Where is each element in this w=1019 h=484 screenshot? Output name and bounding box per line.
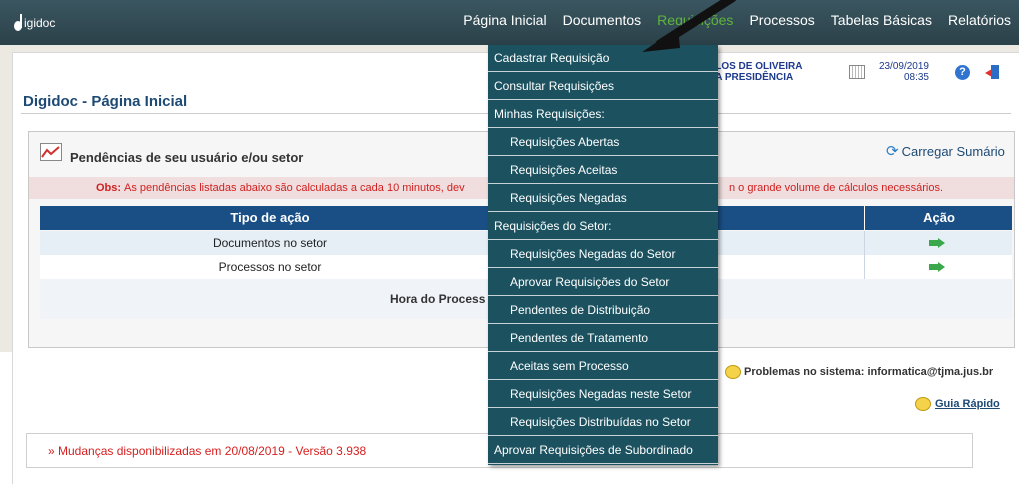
exit-door-shape <box>991 65 999 79</box>
nav-pagina-inicial[interactable]: Página Inicial <box>455 12 554 28</box>
refresh-icon: ⟳ <box>886 142 899 160</box>
row-action-cell <box>864 231 1013 255</box>
menu-consultar-requisicoes[interactable]: Consultar Requisições <box>488 73 718 100</box>
menu-pendentes-de-tratamento[interactable]: Pendentes de Tratamento <box>488 325 718 352</box>
obs-text-end: n o grande volume de cálculos necessário… <box>729 177 943 199</box>
menu-requisicoes-aceitas[interactable]: Requisições Aceitas <box>488 157 718 184</box>
page-title: Digidoc - Página Inicial <box>23 93 187 110</box>
current-date: 23/09/2019 <box>865 61 929 72</box>
changes-notice-link[interactable]: » Mudanças disponibilizadas em 20/08/201… <box>48 444 366 458</box>
support-contact: Problemas no sistema: informatica@tjma.j… <box>725 365 993 379</box>
col-tipo-acao: Tipo de ação <box>40 206 500 230</box>
user-info: RLOS DE OLIVEIRA DA PRESIDÊNCIA <box>708 61 802 83</box>
menu-requisicoes-distribuidas-no-setor[interactable]: Requisições Distribuídas no Setor <box>488 409 718 436</box>
row-tipo: Processos no setor <box>40 255 500 279</box>
user-sector: DA PRESIDÊNCIA <box>708 72 802 83</box>
nav-processos[interactable]: Processos <box>741 12 822 28</box>
menu-pendentes-de-distribuicao[interactable]: Pendentes de Distribuição <box>488 297 718 324</box>
col-acao: Ação <box>864 206 1013 230</box>
current-time: 08:35 <box>865 72 929 83</box>
menu-requisicoes-negadas-do-setor[interactable]: Requisições Negadas do Setor <box>488 241 718 268</box>
row-tipo: Documentos no setor <box>40 231 500 255</box>
menu-requisicoes-do-setor-heading: Requisições do Setor: <box>488 213 718 240</box>
datetime: 23/09/2019 08:35 <box>865 61 929 83</box>
nav-requisicoes[interactable]: Requisições <box>649 12 741 28</box>
chart-icon <box>40 143 62 161</box>
obs-label: Obs: <box>96 177 121 199</box>
obs-text: As pendências listadas abaixo são calcul… <box>124 177 465 199</box>
support-contact-text: Problemas no sistema: informatica@tjma.j… <box>744 366 993 378</box>
digidoc-logo-icon <box>14 14 23 32</box>
speech-bubble-icon <box>725 365 741 379</box>
nav-relatorios[interactable]: Relatórios <box>940 12 1019 28</box>
menu-aprovar-requisicoes-de-subordinado[interactable]: Aprovar Requisições de Subordinado <box>488 437 718 464</box>
menu-aceitas-sem-processo[interactable]: Aceitas sem Processo <box>488 353 718 380</box>
menu-aprovar-requisicoes-do-setor[interactable]: Aprovar Requisições do Setor <box>488 269 718 296</box>
calendar-icon <box>849 65 865 79</box>
user-name: RLOS DE OLIVEIRA <box>708 61 802 72</box>
menu-cadastrar-requisicao[interactable]: Cadastrar Requisição <box>488 45 718 72</box>
app-logo-text: igidoc <box>24 16 55 30</box>
top-navigation-bar: igidoc Página Inicial Documentos Requisi… <box>0 0 1019 45</box>
reload-summary-button[interactable]: ⟳ Carregar Sumário <box>886 142 1005 160</box>
row-action-cell <box>864 255 1013 279</box>
go-arrow-icon[interactable] <box>929 238 945 248</box>
go-arrow-icon[interactable] <box>929 262 945 272</box>
nav-documentos[interactable]: Documentos <box>555 12 650 28</box>
exit-arrow-shape <box>985 69 992 77</box>
menu-minhas-requisicoes-heading: Minhas Requisições: <box>488 101 718 128</box>
reload-summary-label: Carregar Sumário <box>902 144 1005 159</box>
main-menu: Página Inicial Documentos Requisições Pr… <box>455 12 1019 28</box>
exit-icon[interactable] <box>985 65 999 79</box>
requisicoes-dropdown-menu: Cadastrar Requisição Consultar Requisiçõ… <box>488 45 718 465</box>
menu-requisicoes-negadas[interactable]: Requisições Negadas <box>488 185 718 212</box>
menu-requisicoes-abertas[interactable]: Requisições Abertas <box>488 129 718 156</box>
nav-tabelas-basicas[interactable]: Tabelas Básicas <box>823 12 940 28</box>
quick-guide-link[interactable]: Guia Rápido <box>915 397 1000 411</box>
quick-guide-label: Guia Rápido <box>935 398 1000 410</box>
menu-requisicoes-negadas-neste-setor[interactable]: Requisições Negadas neste Setor <box>488 381 718 408</box>
processing-time-label: Hora do Process <box>390 292 485 306</box>
panel-title: Pendências de seu usuário e/ou setor <box>70 150 303 165</box>
app-logo[interactable]: igidoc <box>14 14 55 32</box>
help-icon[interactable]: ? <box>955 65 970 80</box>
speech-bubble-icon <box>915 397 931 411</box>
